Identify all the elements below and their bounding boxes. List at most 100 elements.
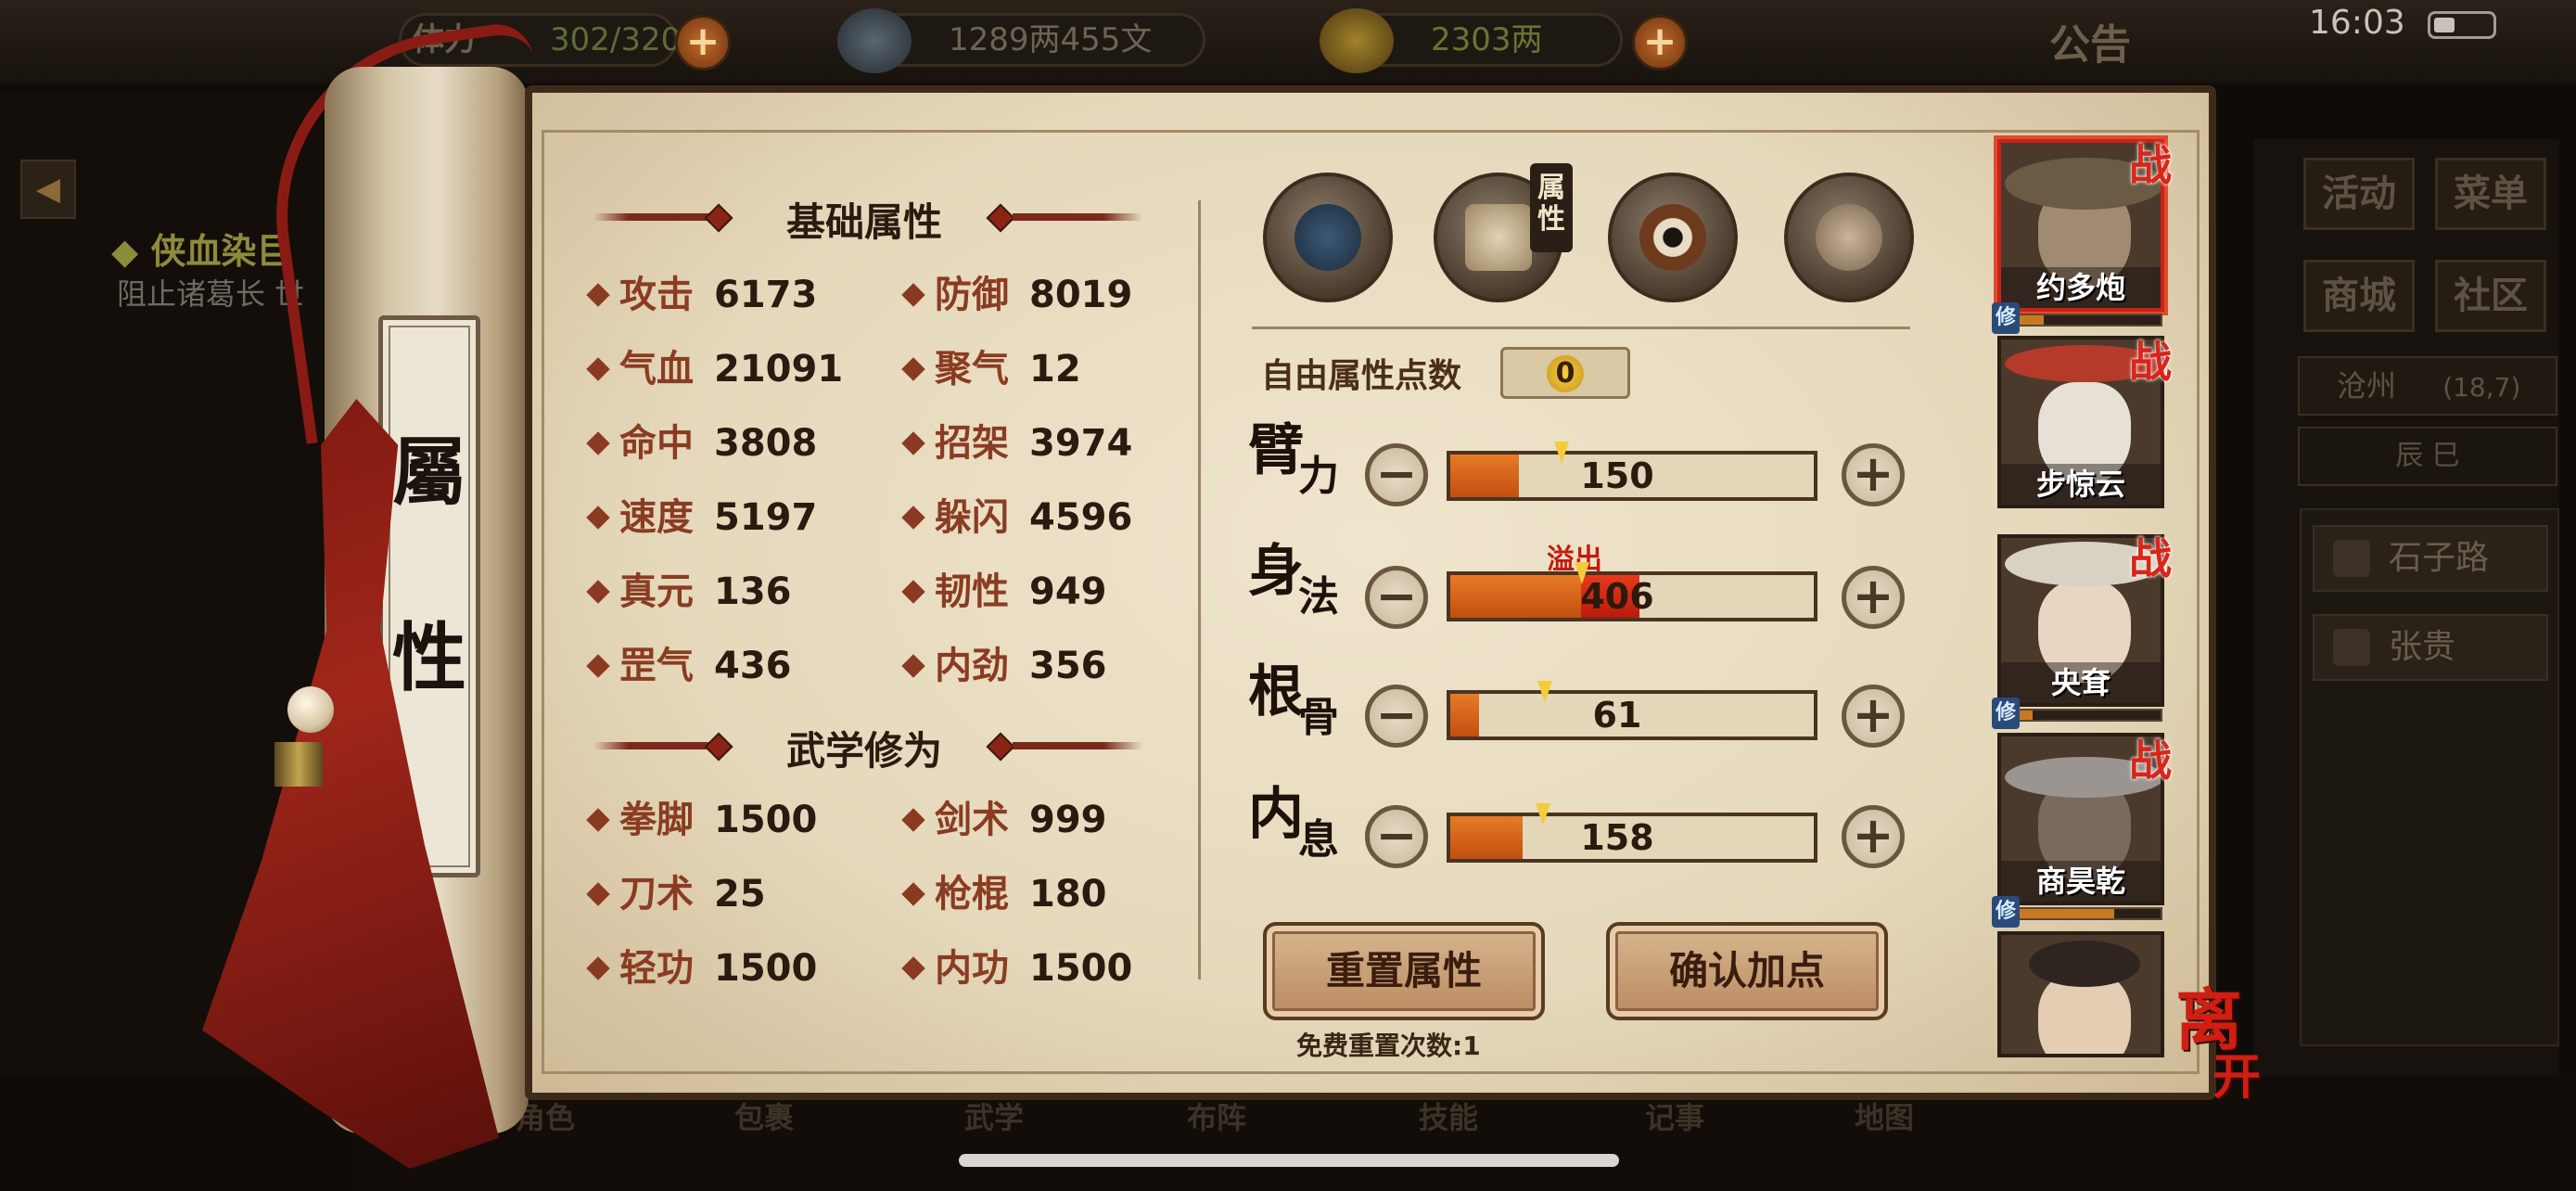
bar-fill	[1450, 694, 1480, 736]
martial-attributes-title: 武学修为	[785, 728, 942, 774]
menu-button[interactable]: 菜单	[2435, 158, 2546, 230]
strength-minus-button[interactable]: −	[1365, 443, 1428, 506]
swordsman-icon	[1294, 204, 1361, 271]
stat-spear: 枪棍 180	[901, 872, 1107, 916]
nav-map[interactable]: 地图	[1855, 1095, 1914, 1137]
stat-gangqi: 罡气 436	[586, 644, 792, 688]
person-icon	[2333, 629, 2370, 666]
silver-display: 1289两455文	[837, 8, 1205, 73]
nav-skill[interactable]: 技能	[1419, 1095, 1478, 1137]
gold-add-button[interactable]: +	[1632, 15, 1688, 70]
member-name: 商昊乾	[2001, 861, 2161, 902]
gold-value: 2303两	[1431, 21, 1543, 58]
leave-button[interactable]: 离开	[2175, 987, 2277, 1113]
jade-bead	[287, 686, 334, 733]
battle-tag: 战	[2129, 736, 2172, 786]
hair	[2029, 941, 2140, 987]
time-of-day: 辰 巳	[2298, 427, 2557, 486]
activity-button[interactable]: 活动	[2303, 158, 2415, 230]
tab-divider	[1252, 327, 1910, 329]
location-coords: (18,7)	[2442, 372, 2521, 403]
stat-focus: 聚气 12	[901, 347, 1081, 391]
stat-dodge: 躲闪 4596	[901, 495, 1132, 540]
stat-parry: 招架 3974	[901, 421, 1132, 466]
shop-button[interactable]: 商城	[2303, 260, 2415, 332]
tab-character[interactable]	[1263, 173, 1393, 302]
nav-formation[interactable]: 布阵	[1187, 1095, 1246, 1137]
training-tag: 修	[1992, 302, 2020, 334]
nav-martial[interactable]: 武学	[964, 1095, 1024, 1137]
training-bar	[2003, 314, 2162, 327]
member-name: 步惊云	[2001, 464, 2161, 505]
location-name: 沧州	[2337, 368, 2397, 403]
bar-fill	[1450, 455, 1520, 497]
tab-bagua[interactable]	[1608, 173, 1738, 302]
npc-item[interactable]: 张贵	[2313, 614, 2548, 681]
stat-true-yuan: 真元 136	[586, 570, 792, 614]
gold-ingot-icon	[1320, 8, 1394, 73]
tab-meridian[interactable]	[1784, 173, 1914, 302]
attr-constitution-label: 根骨	[1248, 660, 1339, 741]
stat-attack: 攻击 6173	[586, 273, 817, 317]
tassel-cap	[274, 742, 323, 787]
attr-strength-label: 臂力	[1248, 418, 1339, 500]
stat-sword: 剑术 999	[901, 798, 1107, 842]
free-points-label: 自由属性点数	[1261, 357, 1462, 395]
bagua-icon	[1639, 204, 1706, 271]
strength-bar: 150	[1447, 442, 1817, 501]
npc-item[interactable]: 石子路	[2313, 525, 2548, 592]
road-icon	[2333, 540, 2370, 577]
stat-inner-kungfu: 内功 1500	[901, 946, 1132, 991]
collapse-arrow-icon[interactable]: ◀	[20, 160, 76, 219]
member-name: 约多炮	[2001, 267, 2161, 308]
battle-tag: 战	[2129, 533, 2172, 583]
training-tag: 修	[1992, 896, 2020, 928]
nav-journal[interactable]: 记事	[1645, 1095, 1704, 1137]
nav-bag[interactable]: 包裹	[734, 1095, 794, 1137]
training-bar	[2003, 709, 2162, 722]
body-meridian-icon	[1816, 204, 1882, 271]
notice-button[interactable]: 公告	[2049, 11, 2131, 70]
ornament-right	[1013, 213, 1142, 221]
stat-inner-force: 内劲 356	[901, 644, 1107, 688]
community-button[interactable]: 社区	[2435, 260, 2546, 332]
member-name: 央耷	[2001, 662, 2161, 703]
constitution-plus-button[interactable]: +	[1842, 685, 1905, 748]
training-tag: 修	[1992, 698, 2020, 729]
battery-icon	[2428, 11, 2496, 39]
breath-minus-button[interactable]: −	[1365, 805, 1428, 868]
breath-value: 158	[1580, 817, 1654, 858]
quest-title[interactable]: ◆ 侠血染巨	[111, 223, 291, 274]
strength-value: 150	[1580, 455, 1654, 496]
scroll-book-icon	[1465, 204, 1532, 271]
npc-label: 张贵	[2389, 628, 2456, 666]
party-member[interactable]	[1997, 931, 2164, 1057]
stat-hp: 气血 21091	[586, 347, 843, 391]
confirm-points-button[interactable]: 确认加点	[1606, 922, 1888, 1020]
stat-hit: 命中 3808	[586, 421, 817, 466]
bar-fill	[1450, 816, 1524, 859]
location-display: 沧州 (18,7)	[2298, 356, 2557, 416]
breath-plus-button[interactable]: +	[1842, 805, 1905, 868]
gold-display: 2303两	[1320, 8, 1623, 73]
stamina-add-button[interactable]: +	[675, 15, 731, 70]
stamina-value: 302/320	[550, 21, 682, 58]
strength-plus-button[interactable]: +	[1842, 443, 1905, 506]
constitution-minus-button[interactable]: −	[1365, 685, 1428, 748]
stat-toughness: 韧性 949	[901, 570, 1107, 614]
basic-attributes-title: 基础属性	[785, 199, 942, 245]
training-bar	[2003, 907, 2162, 920]
attr-breath-label: 内息	[1248, 782, 1339, 864]
agility-bar: 406	[1447, 562, 1817, 621]
stat-speed: 速度 5197	[586, 495, 817, 540]
agility-value: 406	[1580, 576, 1654, 617]
column-divider	[1198, 200, 1201, 980]
silver-value: 1289两455文	[949, 21, 1153, 58]
agility-minus-button[interactable]: −	[1365, 566, 1428, 629]
stat-blade: 刀术 25	[586, 872, 766, 916]
agility-plus-button[interactable]: +	[1842, 566, 1905, 629]
ornament-left	[593, 742, 710, 749]
silver-ingot-icon	[837, 8, 912, 73]
constitution-value: 61	[1592, 695, 1642, 736]
reset-attributes-button[interactable]: 重置属性	[1263, 922, 1545, 1020]
